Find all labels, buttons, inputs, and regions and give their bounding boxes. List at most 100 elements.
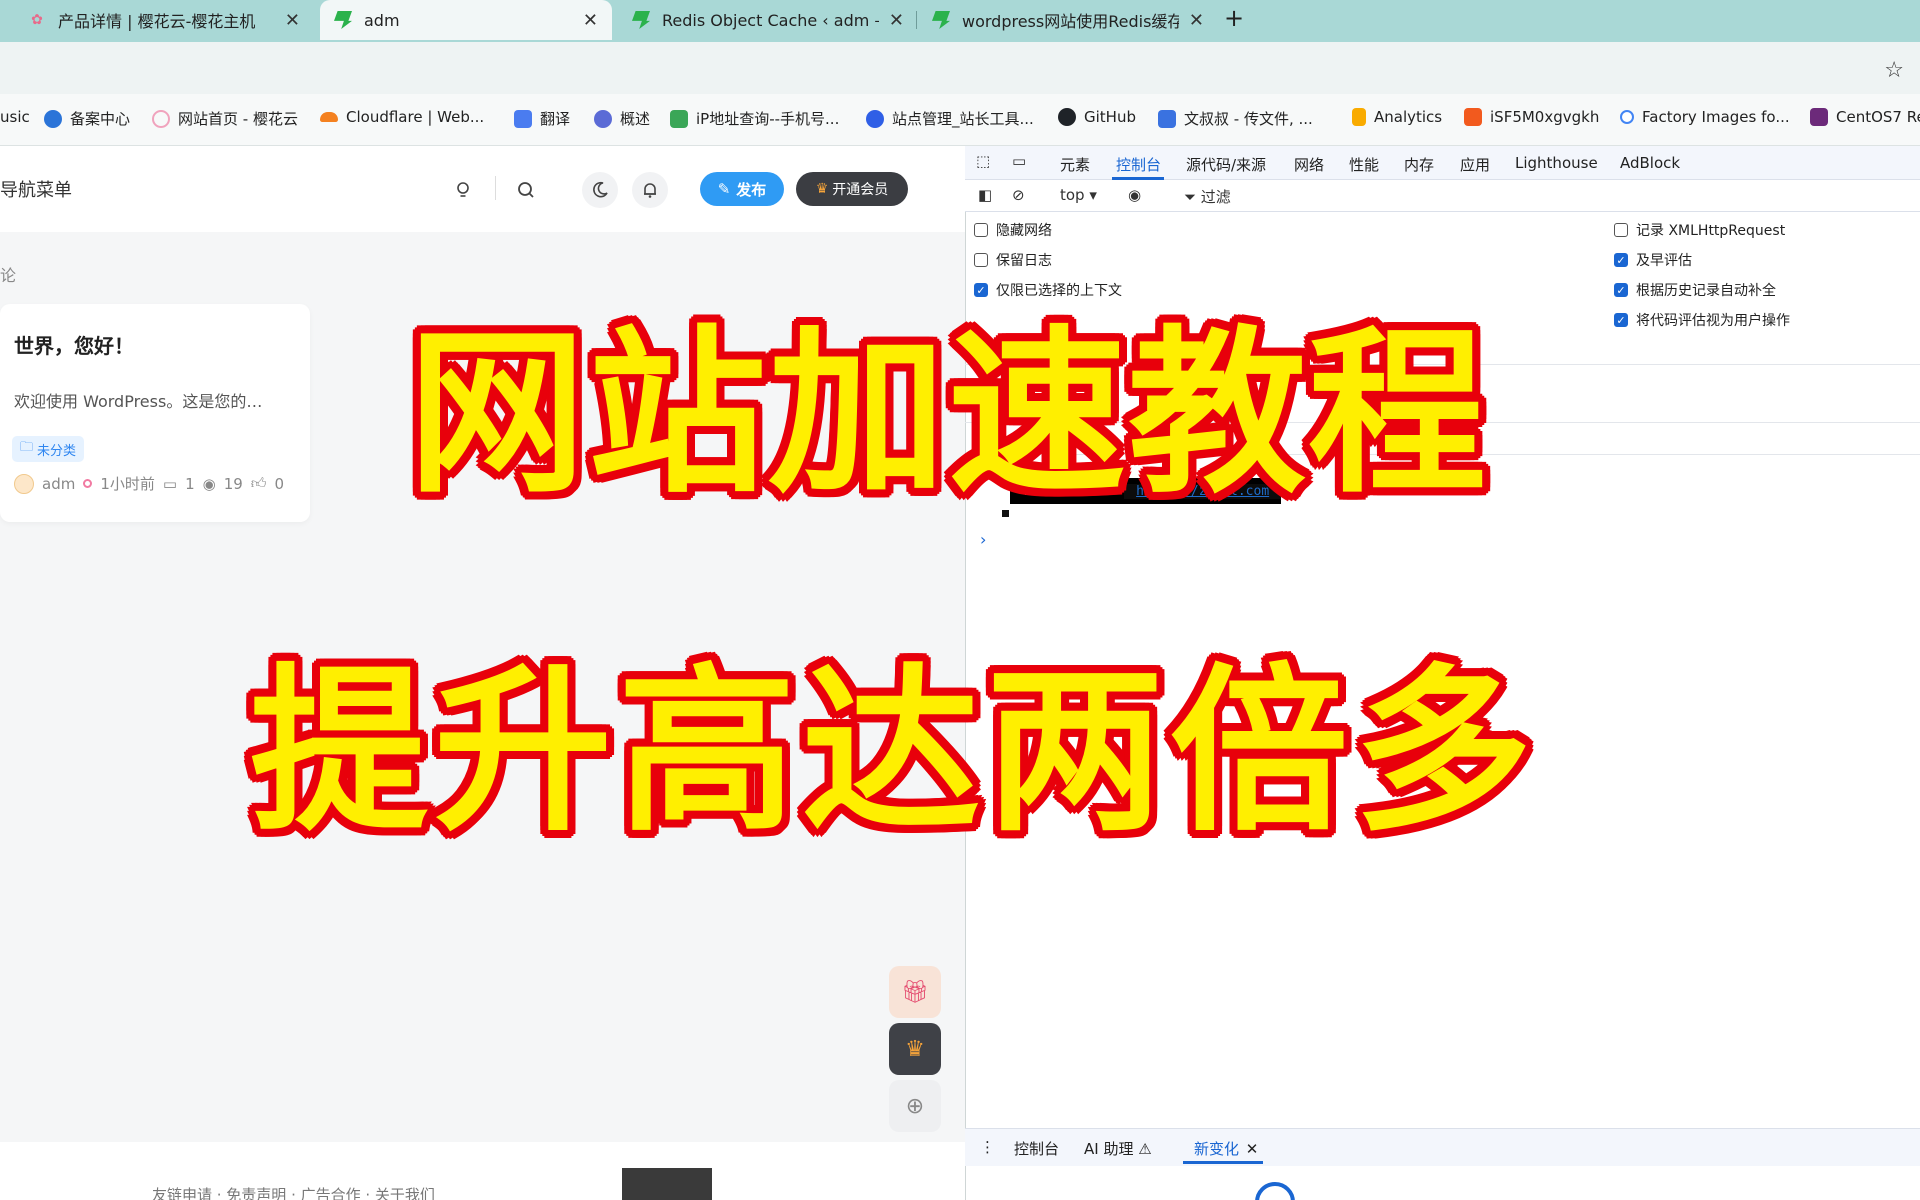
bookmark-item[interactable]: iP地址查询--手机号...: [670, 108, 839, 129]
option-autocomplete[interactable]: ✓ 根据历史记录自动补全: [1614, 280, 1776, 300]
nav-menu-label[interactable]: 导航菜单: [0, 176, 72, 202]
drawer-tab-console[interactable]: 控制台: [1014, 1138, 1059, 1159]
bookmark-item[interactable]: GitHub: [1058, 108, 1136, 126]
address-bar[interactable]: [0, 42, 1920, 94]
ip-icon: [670, 109, 688, 128]
tab-adm[interactable]: adm ✕: [320, 0, 612, 40]
moon-icon[interactable]: [582, 172, 618, 208]
bookmark-star-icon[interactable]: ☆: [1884, 58, 1904, 83]
publish-label: 发布: [736, 180, 767, 199]
wenshushu-icon: [1158, 109, 1176, 128]
tab-application[interactable]: 应用: [1460, 154, 1490, 175]
close-icon[interactable]: ✕: [1246, 1140, 1259, 1158]
bookmark-label: GitHub: [1084, 108, 1136, 126]
overlay-subtitle: 提升高达两倍多: [250, 648, 1538, 855]
close-icon[interactable]: ✕: [285, 10, 300, 31]
close-icon[interactable]: ✕: [583, 10, 598, 31]
devtools-tabbar: [965, 146, 1920, 180]
bookmark-item[interactable]: Analytics: [1352, 108, 1442, 126]
console-prompt[interactable]: ›: [980, 530, 986, 549]
post-author[interactable]: adm: [42, 475, 75, 493]
checkbox[interactable]: [974, 253, 988, 267]
option-hide-network[interactable]: 隐藏网络: [974, 220, 1052, 240]
bookmark-label: Cloudflare | Web...: [346, 108, 485, 126]
tab-product[interactable]: ✿ 产品详情 | 樱花云-樱花主机 ✕: [14, 0, 314, 40]
search-icon[interactable]: [508, 172, 544, 208]
post-title[interactable]: 世界，您好！: [14, 330, 134, 359]
option-log-xhr[interactable]: 记录 XMLHttpRequest: [1614, 220, 1785, 240]
thumb-icon: 👍︎: [250, 474, 267, 492]
publish-button[interactable]: ✎ 发布: [700, 172, 784, 206]
flag-icon: [1464, 108, 1482, 126]
tab-performance[interactable]: 性能: [1349, 154, 1379, 175]
post-category-badge[interactable]: 🗀 未分类: [12, 436, 85, 462]
tab-sources[interactable]: 源代码/来源: [1186, 154, 1266, 175]
bookmark-item[interactable]: Factory Images fo...: [1620, 108, 1790, 126]
drawer-menu-icon[interactable]: ⋮: [980, 1138, 995, 1156]
bookmark-item[interactable]: usic: [0, 108, 30, 126]
clear-console-icon[interactable]: ⊘: [1012, 186, 1025, 204]
close-icon[interactable]: ✕: [1189, 10, 1204, 31]
tab-elements[interactable]: 元素: [1060, 154, 1090, 175]
bookmark-item[interactable]: 文叔叔 - 传文件, ...: [1158, 108, 1313, 129]
tab-title: adm: [364, 10, 400, 30]
bookmark-item[interactable]: CentOS7 Re: [1810, 108, 1920, 126]
checkbox-checked[interactable]: ✓: [1614, 283, 1628, 297]
tab-network[interactable]: 网络: [1294, 154, 1324, 175]
crown-icon: ♛: [905, 1036, 925, 1062]
bookmark-label: Analytics: [1374, 108, 1443, 126]
option-eager-eval[interactable]: ✓ 及早评估: [1614, 250, 1692, 270]
checkbox[interactable]: [974, 223, 988, 237]
post-comments: 1: [185, 474, 195, 493]
sidebar-toggle-icon[interactable]: ◧: [978, 186, 992, 204]
footer-links[interactable]: 友链申请 · 免责声明 · 广告合作 · 关于我们: [152, 1184, 435, 1200]
bookmark-item[interactable]: 翻译: [514, 108, 570, 129]
tab-lighthouse[interactable]: Lighthouse: [1515, 154, 1598, 172]
option-label: 保留日志: [996, 253, 1052, 269]
bookmark-item[interactable]: iSF5M0xgvgkh: [1464, 108, 1599, 126]
bookmark-item[interactable]: Cloudflare | Web...: [320, 108, 484, 126]
filter-input[interactable]: ⏷ 过滤: [1184, 186, 1231, 207]
checkbox-checked[interactable]: ✓: [1614, 313, 1628, 327]
option-user-activation[interactable]: ✓ 将代码评估视为用户操作: [1614, 310, 1790, 330]
post-time: 1小时前: [100, 475, 155, 493]
bookmark-item[interactable]: 备案中心: [44, 108, 130, 129]
bulb-icon[interactable]: [445, 172, 481, 208]
option-label: 将代码评估视为用户操作: [1636, 313, 1790, 329]
bookmark-label: 翻译: [540, 110, 571, 128]
context-select[interactable]: top ▾: [1060, 186, 1097, 204]
tab-adblock[interactable]: AdBlock: [1620, 154, 1680, 172]
tab-wordpress[interactable]: wordpress网站使用Redis缓存 ✕: [918, 0, 1218, 40]
drawer-tab-whats-new[interactable]: 新变化 ✕: [1194, 1138, 1258, 1159]
checkbox-checked[interactable]: ✓: [1614, 253, 1628, 267]
avatar[interactable]: [14, 473, 34, 494]
add-float-button[interactable]: ⊕: [889, 1080, 941, 1132]
bookmark-item[interactable]: 站点管理_站长工具...: [866, 108, 1034, 129]
tab-memory[interactable]: 内存: [1404, 154, 1434, 175]
gift-button[interactable]: 🎁︎: [889, 966, 941, 1018]
inspect-icon[interactable]: ⬚: [976, 152, 990, 170]
vip-float-button[interactable]: ♛: [889, 1023, 941, 1075]
tab-console[interactable]: 控制台: [1116, 154, 1161, 175]
header-divider: [495, 176, 496, 200]
folder-icon: 🗀: [20, 440, 34, 455]
bell-icon[interactable]: [632, 172, 668, 208]
plus-circle-icon: ⊕: [905, 1093, 925, 1119]
leaf-icon: [932, 11, 950, 29]
gift-icon: 🎁︎: [901, 979, 929, 1005]
close-icon[interactable]: ✕: [889, 10, 904, 31]
cube-icon: [44, 109, 62, 128]
bookmark-item[interactable]: 概述: [594, 108, 650, 129]
device-toggle-icon[interactable]: ▭: [1012, 152, 1026, 170]
eye-icon[interactable]: ◉: [1128, 186, 1141, 204]
drawer-tab-ai[interactable]: AI 助理 ⚠: [1084, 1138, 1152, 1159]
vip-button[interactable]: ♛ 开通会员: [796, 172, 908, 206]
bookmark-label: 文叔叔 - 传文件, ...: [1184, 110, 1313, 128]
tab-redis[interactable]: Redis Object Cache ‹ adm — ✕: [618, 0, 918, 40]
new-tab-button[interactable]: +: [1224, 4, 1244, 32]
option-preserve-log[interactable]: 保留日志: [974, 250, 1052, 270]
option-label: 及早评估: [1636, 253, 1692, 269]
centos-icon: [1810, 108, 1828, 126]
bookmark-item[interactable]: 网站首页 - 樱花云: [152, 108, 298, 129]
checkbox[interactable]: [1614, 223, 1628, 237]
